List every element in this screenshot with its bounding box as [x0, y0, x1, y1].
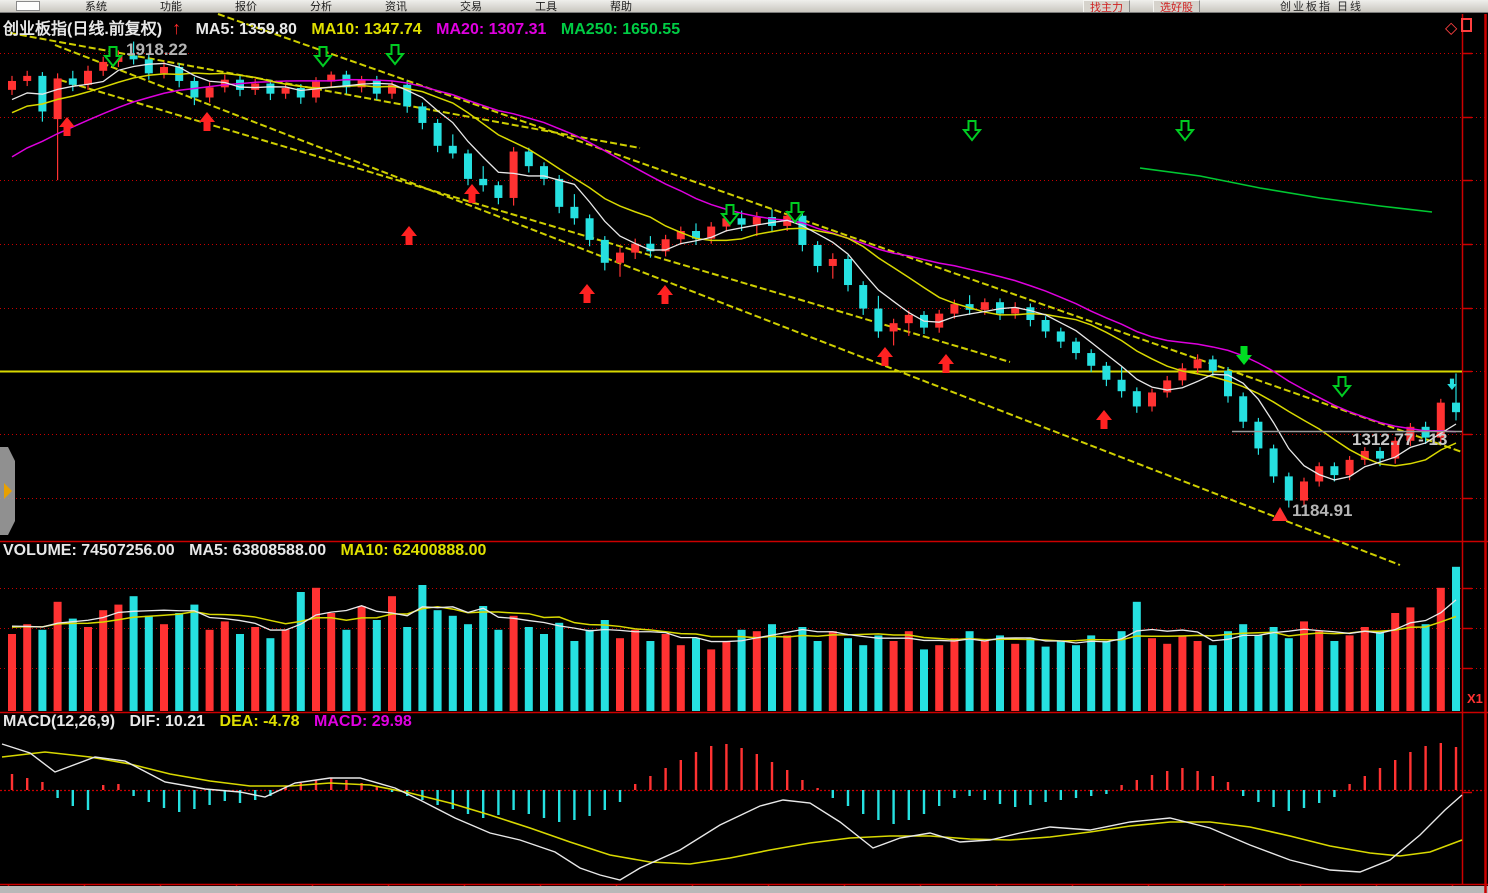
signal-markers: [59, 45, 1457, 521]
trading-terminal-window: { "menubar": { "items": ["系统", "功能", "报价…: [0, 0, 1488, 893]
ma250-value: MA250: 1650.55: [561, 21, 680, 38]
volume-pane-header: VOLUME: 74507256.00 MA5: 63808588.00 MA1…: [3, 542, 496, 560]
volume-bars: [8, 567, 1460, 711]
ma250-line: [1140, 168, 1432, 212]
macd-lines: [2, 744, 1462, 880]
ma20-value: MA20: 1307.31: [436, 21, 546, 38]
diamond-icon[interactable]: ◇: [1445, 20, 1457, 37]
macd-value: MACD: 29.98: [314, 713, 412, 730]
macd-indicator-name: MACD(12,26,9): [3, 713, 115, 730]
high-price-label: 1918.22: [126, 40, 187, 60]
symbol-title: 创业板指(日线.前复权): [3, 21, 162, 38]
last-price-tooltip: 1312.77 - 13: [1352, 430, 1447, 450]
volume-ma10-value: MA10: 62400888.00: [341, 542, 487, 559]
volume-ma5-value: MA5: 63808588.00: [189, 542, 326, 559]
right-price-axis: [1462, 14, 1486, 893]
dif-value: DIF: 10.21: [129, 713, 205, 730]
restore-window-icon[interactable]: [1461, 18, 1472, 32]
dea-value: DEA: -4.78: [220, 713, 300, 730]
macd-pane-header: MACD(12,26,9) DIF: 10.21 DEA: -4.78 MACD…: [3, 713, 422, 731]
panel-expand-handle[interactable]: [0, 447, 15, 535]
main-chart-header: 创业板指(日线.前复权) ↑ MA5: 1359.80 MA10: 1347.74…: [3, 15, 690, 39]
volume-value: VOLUME: 74507256.00: [3, 542, 175, 559]
trend-channel-lines: [10, 14, 1462, 565]
volume-multiplier-label: X1: [1467, 691, 1483, 706]
pane-corner-icons: ◇: [1445, 18, 1472, 38]
chart-canvas[interactable]: [0, 0, 1488, 893]
low-price-label: 1184.91: [1292, 501, 1353, 521]
ma10-value: MA10: 1347.74: [311, 21, 421, 38]
trend-up-arrow-icon: ↑: [172, 18, 181, 38]
ma5-value: MA5: 1359.80: [196, 21, 297, 38]
